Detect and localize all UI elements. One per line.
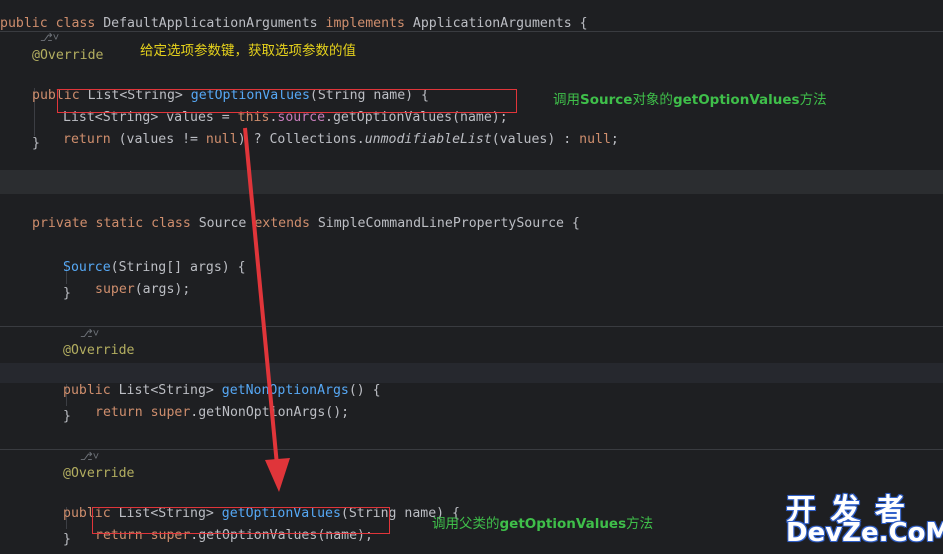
keyword-token: public class xyxy=(0,16,104,31)
class-name-token: DefaultApplicationArguments xyxy=(103,16,318,31)
separator-line xyxy=(0,449,943,450)
inlay-hint-icon[interactable]: ⎇˅ xyxy=(80,450,99,464)
closing-brace: } xyxy=(32,136,40,151)
note-bold-text: getOptionValues xyxy=(499,516,627,532)
args-token: (args); xyxy=(134,282,191,297)
watermark-bottom: DevZe.CoM xyxy=(786,518,943,548)
override-annotation: @Override xyxy=(63,343,135,358)
note-text: 调用 xyxy=(553,92,580,108)
class-name-token: Source xyxy=(198,216,255,231)
closing-brace: } xyxy=(63,286,71,301)
keyword-token: super xyxy=(95,282,135,297)
separator-line xyxy=(0,326,943,327)
interface-name-token: ApplicationArguments xyxy=(412,16,572,31)
expr-token: ) ? Collections. xyxy=(237,132,365,147)
note-bold-text: Source xyxy=(580,92,633,108)
note-text: 方法 xyxy=(799,92,827,108)
code-line-class-declaration[interactable]: public class DefaultApplicationArguments… xyxy=(0,0,588,33)
editor-divider xyxy=(0,170,943,194)
closing-brace: } xyxy=(63,532,71,547)
override-annotation: @Override xyxy=(32,48,104,63)
call-token: .getNonOptionArgs(); xyxy=(190,405,350,420)
keyword-token: implements xyxy=(317,16,413,31)
code-line-method1-body2[interactable]: return (values != null) ? Collections.un… xyxy=(63,113,619,149)
note-source-call: 调用Source对象的getOptionValues方法 xyxy=(553,88,827,108)
semicolon-token: ; xyxy=(610,132,619,147)
keyword-token: private static class xyxy=(32,216,199,231)
params-token: () { xyxy=(348,383,381,398)
highlight-box-super-call xyxy=(92,507,390,534)
note-text: 调用父类的 xyxy=(432,516,500,532)
static-method-token: unmodifiableList xyxy=(364,132,492,147)
note-parent-call: 调用父类的getOptionValues方法 xyxy=(432,512,653,532)
expr-token: (values != xyxy=(118,132,206,147)
note-bold-text: getOptionValues xyxy=(672,92,800,108)
note-top: 给定选项参数键，获取选项参数的值 xyxy=(140,43,356,59)
code-line-constructor-body[interactable]: super(args); xyxy=(95,263,190,299)
keyword-token: super xyxy=(150,405,191,420)
inlay-hint-icon[interactable]: ⎇˅ xyxy=(40,31,59,45)
brace-token: { xyxy=(571,16,588,31)
override-annotation: @Override xyxy=(63,466,135,481)
inlay-hint-icon[interactable]: ⎇˅ xyxy=(80,327,99,341)
highlight-box-source-call xyxy=(57,89,517,113)
keyword-token: return xyxy=(63,132,119,147)
keyword-token: null xyxy=(579,132,611,147)
keyword-token: null xyxy=(205,132,238,147)
note-text: 对象的 xyxy=(632,92,673,108)
expr-token: (values) : xyxy=(491,132,580,147)
code-line-method2-body[interactable]: return super.getNonOptionArgs(); xyxy=(95,386,349,422)
superclass-token: SimpleCommandLinePropertySource { xyxy=(317,216,580,231)
code-line-inner-class-declaration[interactable]: private static class Source extends Simp… xyxy=(32,197,580,233)
keyword-token: extends xyxy=(254,216,318,231)
closing-brace: } xyxy=(63,409,71,424)
note-text: 方法 xyxy=(626,516,654,532)
keyword-token: return xyxy=(95,405,151,420)
